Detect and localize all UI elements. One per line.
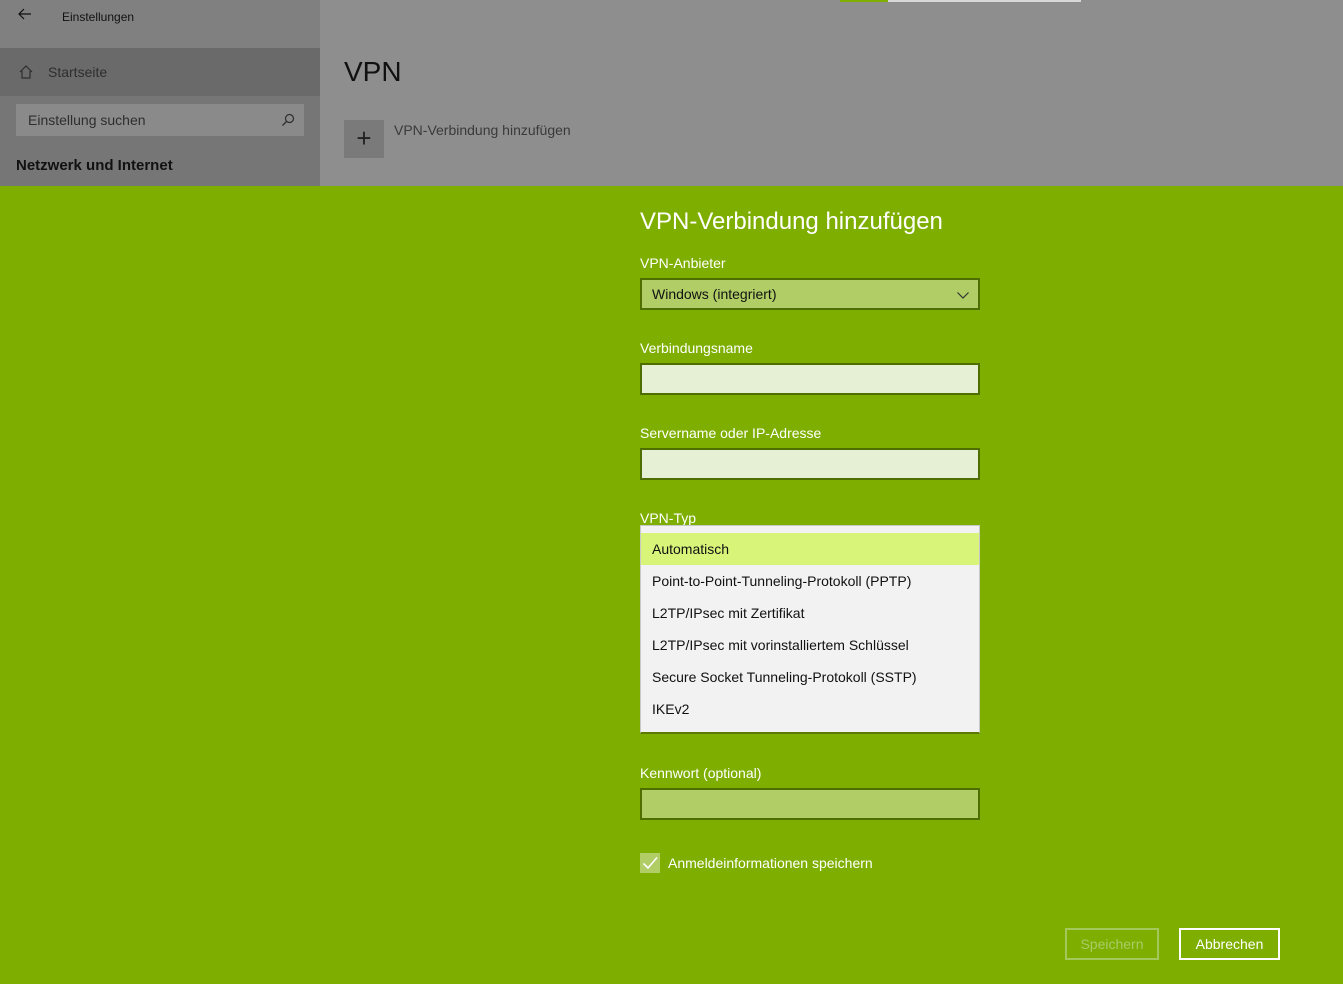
plus-icon[interactable]: + (344, 120, 384, 158)
remember-credentials-checkbox[interactable] (640, 853, 660, 873)
provider-value: Windows (integriert) (652, 286, 777, 302)
vpn-type-option[interactable]: Point-to-Point-Tunneling-Protokoll (PPTP… (641, 565, 979, 597)
vpn-type-dropdown[interactable]: Automatisch Point-to-Point-Tunneling-Prot… (640, 525, 980, 734)
section-title: Netzwerk und Internet (16, 157, 173, 174)
remember-credentials-label: Anmeldeinformationen speichern (668, 855, 873, 871)
progress-bar-fill (840, 0, 889, 2)
vpn-type-option[interactable]: Automatisch (641, 533, 979, 565)
provider-select[interactable]: Windows (integriert) (640, 278, 980, 310)
settings-window: Einstellungen Startseite Einstellung suc… (0, 0, 1343, 186)
home-icon (18, 64, 34, 80)
checkmark-icon (642, 856, 658, 870)
password-label: Kennwort (optional) (640, 765, 762, 781)
server-input[interactable] (640, 448, 980, 480)
progress-bar (840, 0, 1081, 2)
sidebar-item-label: Startseite (48, 64, 108, 80)
vpn-type-option[interactable]: L2TP/IPsec mit Zertifikat (641, 597, 979, 629)
app-title: Einstellungen (62, 10, 135, 24)
search-input[interactable]: Einstellung suchen (16, 104, 304, 136)
vpn-type-label: VPN-Typ (640, 510, 697, 526)
server-label: Servername oder IP-Adresse (640, 425, 822, 441)
vpn-type-option[interactable]: Secure Socket Tunneling-Protokoll (SSTP) (641, 661, 979, 693)
main-content: VPN + VPN-Verbindung hinzufügen (320, 0, 1343, 186)
connection-name-label: Verbindungsname (640, 340, 753, 356)
add-vpn-link[interactable]: VPN-Verbindung hinzufügen (394, 122, 571, 138)
provider-label: VPN-Anbieter (640, 255, 726, 271)
cancel-button[interactable]: Abbrechen (1179, 928, 1280, 960)
vpn-type-option[interactable]: L2TP/IPsec mit vorinstalliertem Schlüsse… (641, 629, 979, 661)
connection-name-input[interactable] (640, 363, 980, 395)
search-placeholder: Einstellung suchen (28, 112, 146, 128)
save-button[interactable]: Speichern (1065, 928, 1159, 960)
password-input[interactable] (640, 788, 980, 820)
chevron-down-icon (956, 288, 970, 302)
sidebar: Einstellungen Startseite Einstellung suc… (0, 0, 320, 186)
sidebar-item-home[interactable]: Startseite (0, 48, 320, 96)
page-title: VPN (344, 56, 402, 87)
vpn-type-option[interactable]: IKEv2 (641, 693, 979, 725)
search-icon[interactable] (281, 113, 295, 127)
back-arrow-icon[interactable] (14, 6, 36, 26)
title-bar: Einstellungen (0, 0, 320, 48)
dialog-title: VPN-Verbindung hinzufügen (640, 208, 943, 235)
